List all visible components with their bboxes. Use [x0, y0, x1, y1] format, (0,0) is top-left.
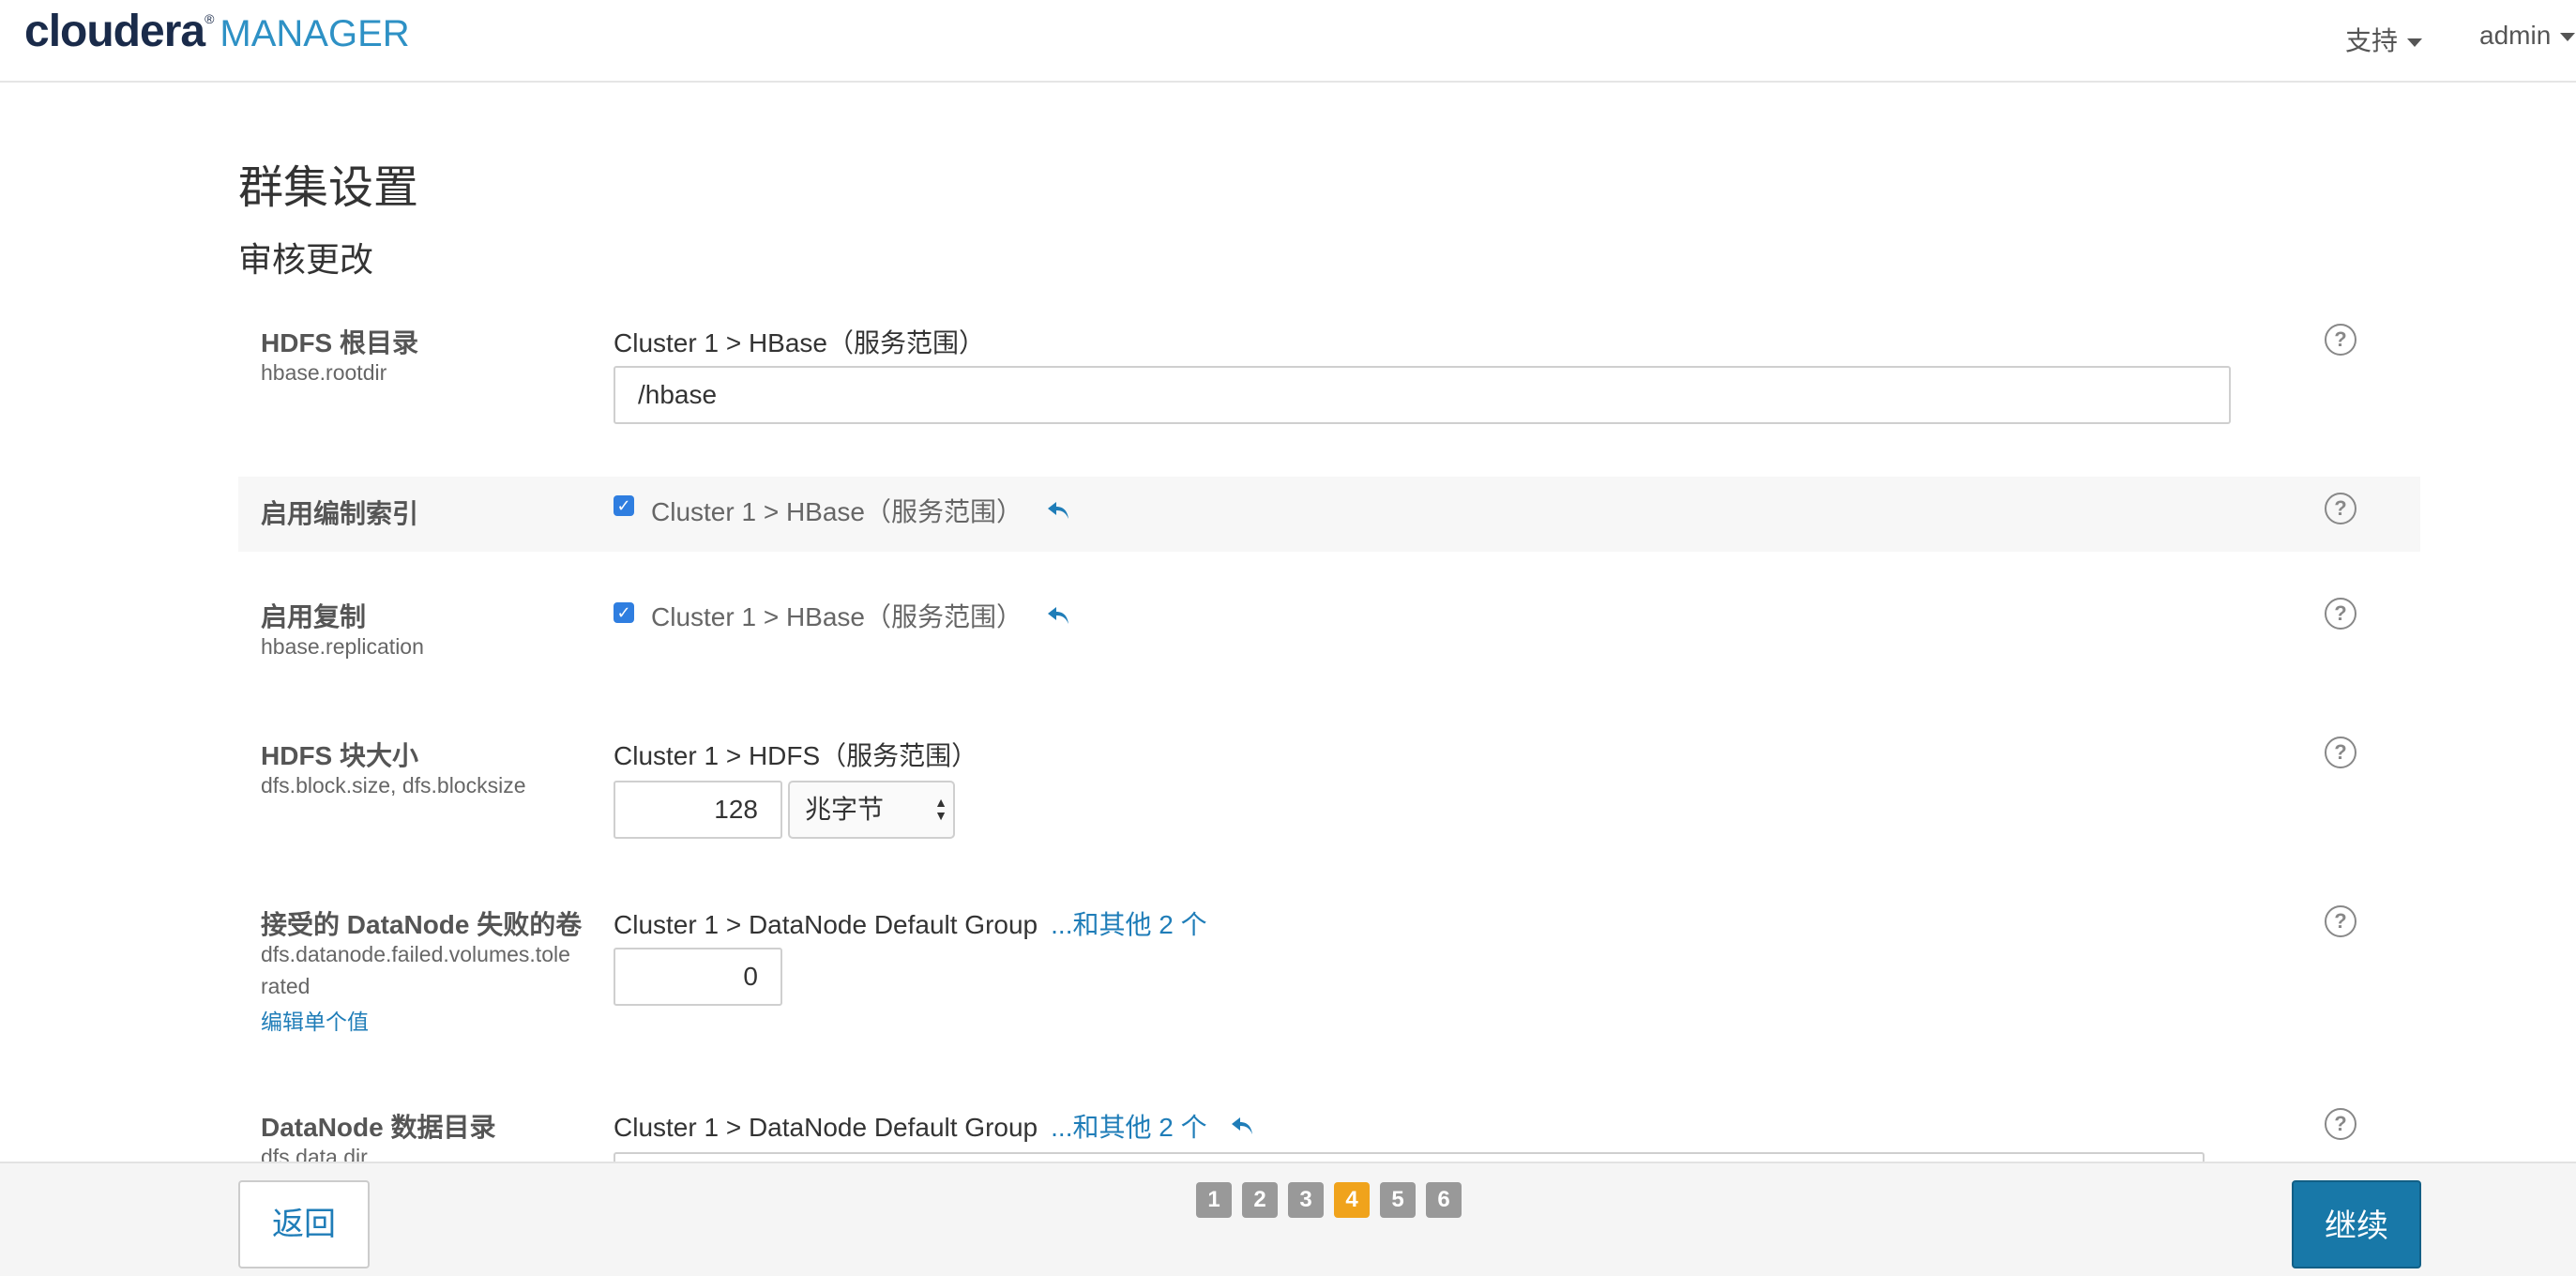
datanode-data-dir-input[interactable]: [614, 1152, 2205, 1162]
select-arrows-icon: ▲ ▼: [934, 795, 947, 823]
support-menu[interactable]: 支持: [2345, 21, 2423, 58]
page-step-3[interactable]: 3: [1288, 1182, 1324, 1218]
setting-scope-line: Cluster 1 > DataNode Default Group ...和其他…: [614, 1107, 1255, 1145]
caret-down-icon: [2560, 33, 2576, 42]
page-step-1[interactable]: 1: [1196, 1182, 1232, 1218]
top-navbar: cloudera® MANAGER 支持 admin: [0, 0, 2576, 83]
page-title: 群集设置: [238, 163, 419, 213]
support-menu-label: 支持: [2345, 26, 2399, 55]
and-others-link[interactable]: ...和其他 2 个: [1051, 910, 1206, 939]
setting-scope: Cluster 1 > DataNode Default Group: [614, 910, 1038, 939]
enable-indexing-checkbox[interactable]: ✓: [614, 495, 634, 516]
setting-scope: Cluster 1 > HDFS（服务范围）: [614, 741, 978, 770]
setting-label: 启用编制索引: [261, 499, 419, 528]
setting-key: dfs.data.dir: [261, 1145, 368, 1162]
hbase-rootdir-input[interactable]: /hbase: [614, 366, 2231, 424]
setting-scope: Cluster 1 > HBase（服务范围）: [651, 602, 1023, 631]
help-icon[interactable]: ?: [2325, 598, 2356, 630]
setting-row-hbase-replication: 启用复制 hbase.replication ✓ Cluster 1 > HBa…: [238, 582, 2420, 676]
setting-key: hbase.replication: [261, 634, 424, 659]
setting-scope: Cluster 1 > DataNode Default Group: [614, 1113, 1038, 1142]
setting-label: HDFS 根目录: [261, 328, 419, 357]
setting-scope: Cluster 1 > HBase（服务范围）: [651, 497, 1023, 526]
page-step-5[interactable]: 5: [1380, 1182, 1416, 1218]
failed-volumes-input[interactable]: 0: [614, 948, 782, 1006]
user-menu-label: admin: [2479, 21, 2552, 50]
help-icon[interactable]: ?: [2325, 905, 2356, 937]
help-icon[interactable]: ?: [2325, 324, 2356, 356]
wizard-footer: 返回 1 2 3 4 5 6 继续: [0, 1162, 2576, 1276]
logo-cloudera-text: cloudera: [24, 7, 205, 56]
block-size-unit-select[interactable]: 兆字节 ▲ ▼: [788, 781, 955, 839]
unit-select-value: 兆字节: [805, 795, 885, 824]
setting-row-dfs-blocksize: HDFS 块大小 dfs.block.size, dfs.blocksize C…: [238, 721, 2420, 852]
setting-key: dfs.datanode.failed.volumes.tole rated: [261, 938, 599, 1002]
logo-registered-mark: ®: [205, 11, 215, 26]
cloudera-manager-logo[interactable]: cloudera® MANAGER: [24, 6, 410, 62]
help-icon[interactable]: ?: [2325, 1108, 2356, 1140]
setting-scope-line: Cluster 1 > DataNode Default Group ...和其他…: [614, 904, 1207, 942]
undo-arrow-icon[interactable]: [1231, 1115, 1255, 1145]
enable-replication-checkbox[interactable]: ✓: [614, 602, 634, 623]
setting-label: 启用复制: [261, 602, 367, 631]
block-size-input[interactable]: 128: [614, 781, 782, 839]
setting-scope-line: Cluster 1 > HBase（服务范围）: [651, 597, 1071, 634]
setting-scope: Cluster 1 > HBase（服务范围）: [614, 328, 985, 357]
page-subtitle: 审核更改: [238, 240, 374, 279]
help-icon[interactable]: ?: [2325, 737, 2356, 768]
logo-manager-text: MANAGER: [220, 13, 410, 54]
setting-row-datanode-data-dir: DataNode 数据目录 dfs.data.dir Cluster 1 > D…: [238, 1092, 2420, 1162]
undo-arrow-icon[interactable]: [1047, 604, 1071, 634]
setting-row-enable-indexing: 启用编制索引 ✓ Cluster 1 > HBase（服务范围） ?: [238, 477, 2420, 552]
setting-row-hbase-rootdir: HDFS 根目录 hbase.rootdir Cluster 1 > HBase…: [238, 310, 2420, 450]
page-step-2[interactable]: 2: [1242, 1182, 1278, 1218]
setting-scope-line: Cluster 1 > HBase（服务范围）: [651, 492, 1071, 529]
setting-key: dfs.block.size, dfs.blocksize: [261, 773, 526, 798]
setting-label: DataNode 数据目录: [261, 1113, 496, 1142]
caret-down-icon: [2407, 38, 2423, 48]
checkmark-icon: ✓: [616, 496, 631, 515]
setting-row-failed-volumes: 接受的 DataNode 失败的卷 dfs.datanode.failed.vo…: [238, 889, 2420, 1058]
setting-key-line1: dfs.datanode.failed.volumes.tole: [261, 942, 570, 966]
help-icon[interactable]: ?: [2325, 493, 2356, 524]
page-step-4-current[interactable]: 4: [1334, 1182, 1370, 1218]
user-menu[interactable]: admin: [2479, 21, 2576, 51]
page-step-6[interactable]: 6: [1426, 1182, 1462, 1218]
and-others-link[interactable]: ...和其他 2 个: [1051, 1113, 1206, 1142]
setting-key: hbase.rootdir: [261, 360, 387, 385]
setting-label: 接受的 DataNode 失败的卷: [261, 910, 583, 939]
setting-label: HDFS 块大小: [261, 741, 419, 770]
back-button[interactable]: 返回: [238, 1180, 370, 1268]
continue-button[interactable]: 继续: [2292, 1180, 2421, 1268]
setting-key-line2: rated: [261, 974, 311, 998]
undo-arrow-icon[interactable]: [1047, 499, 1071, 529]
edit-individual-values-link[interactable]: 编辑单个值: [261, 1004, 369, 1036]
checkmark-icon: ✓: [616, 603, 631, 622]
